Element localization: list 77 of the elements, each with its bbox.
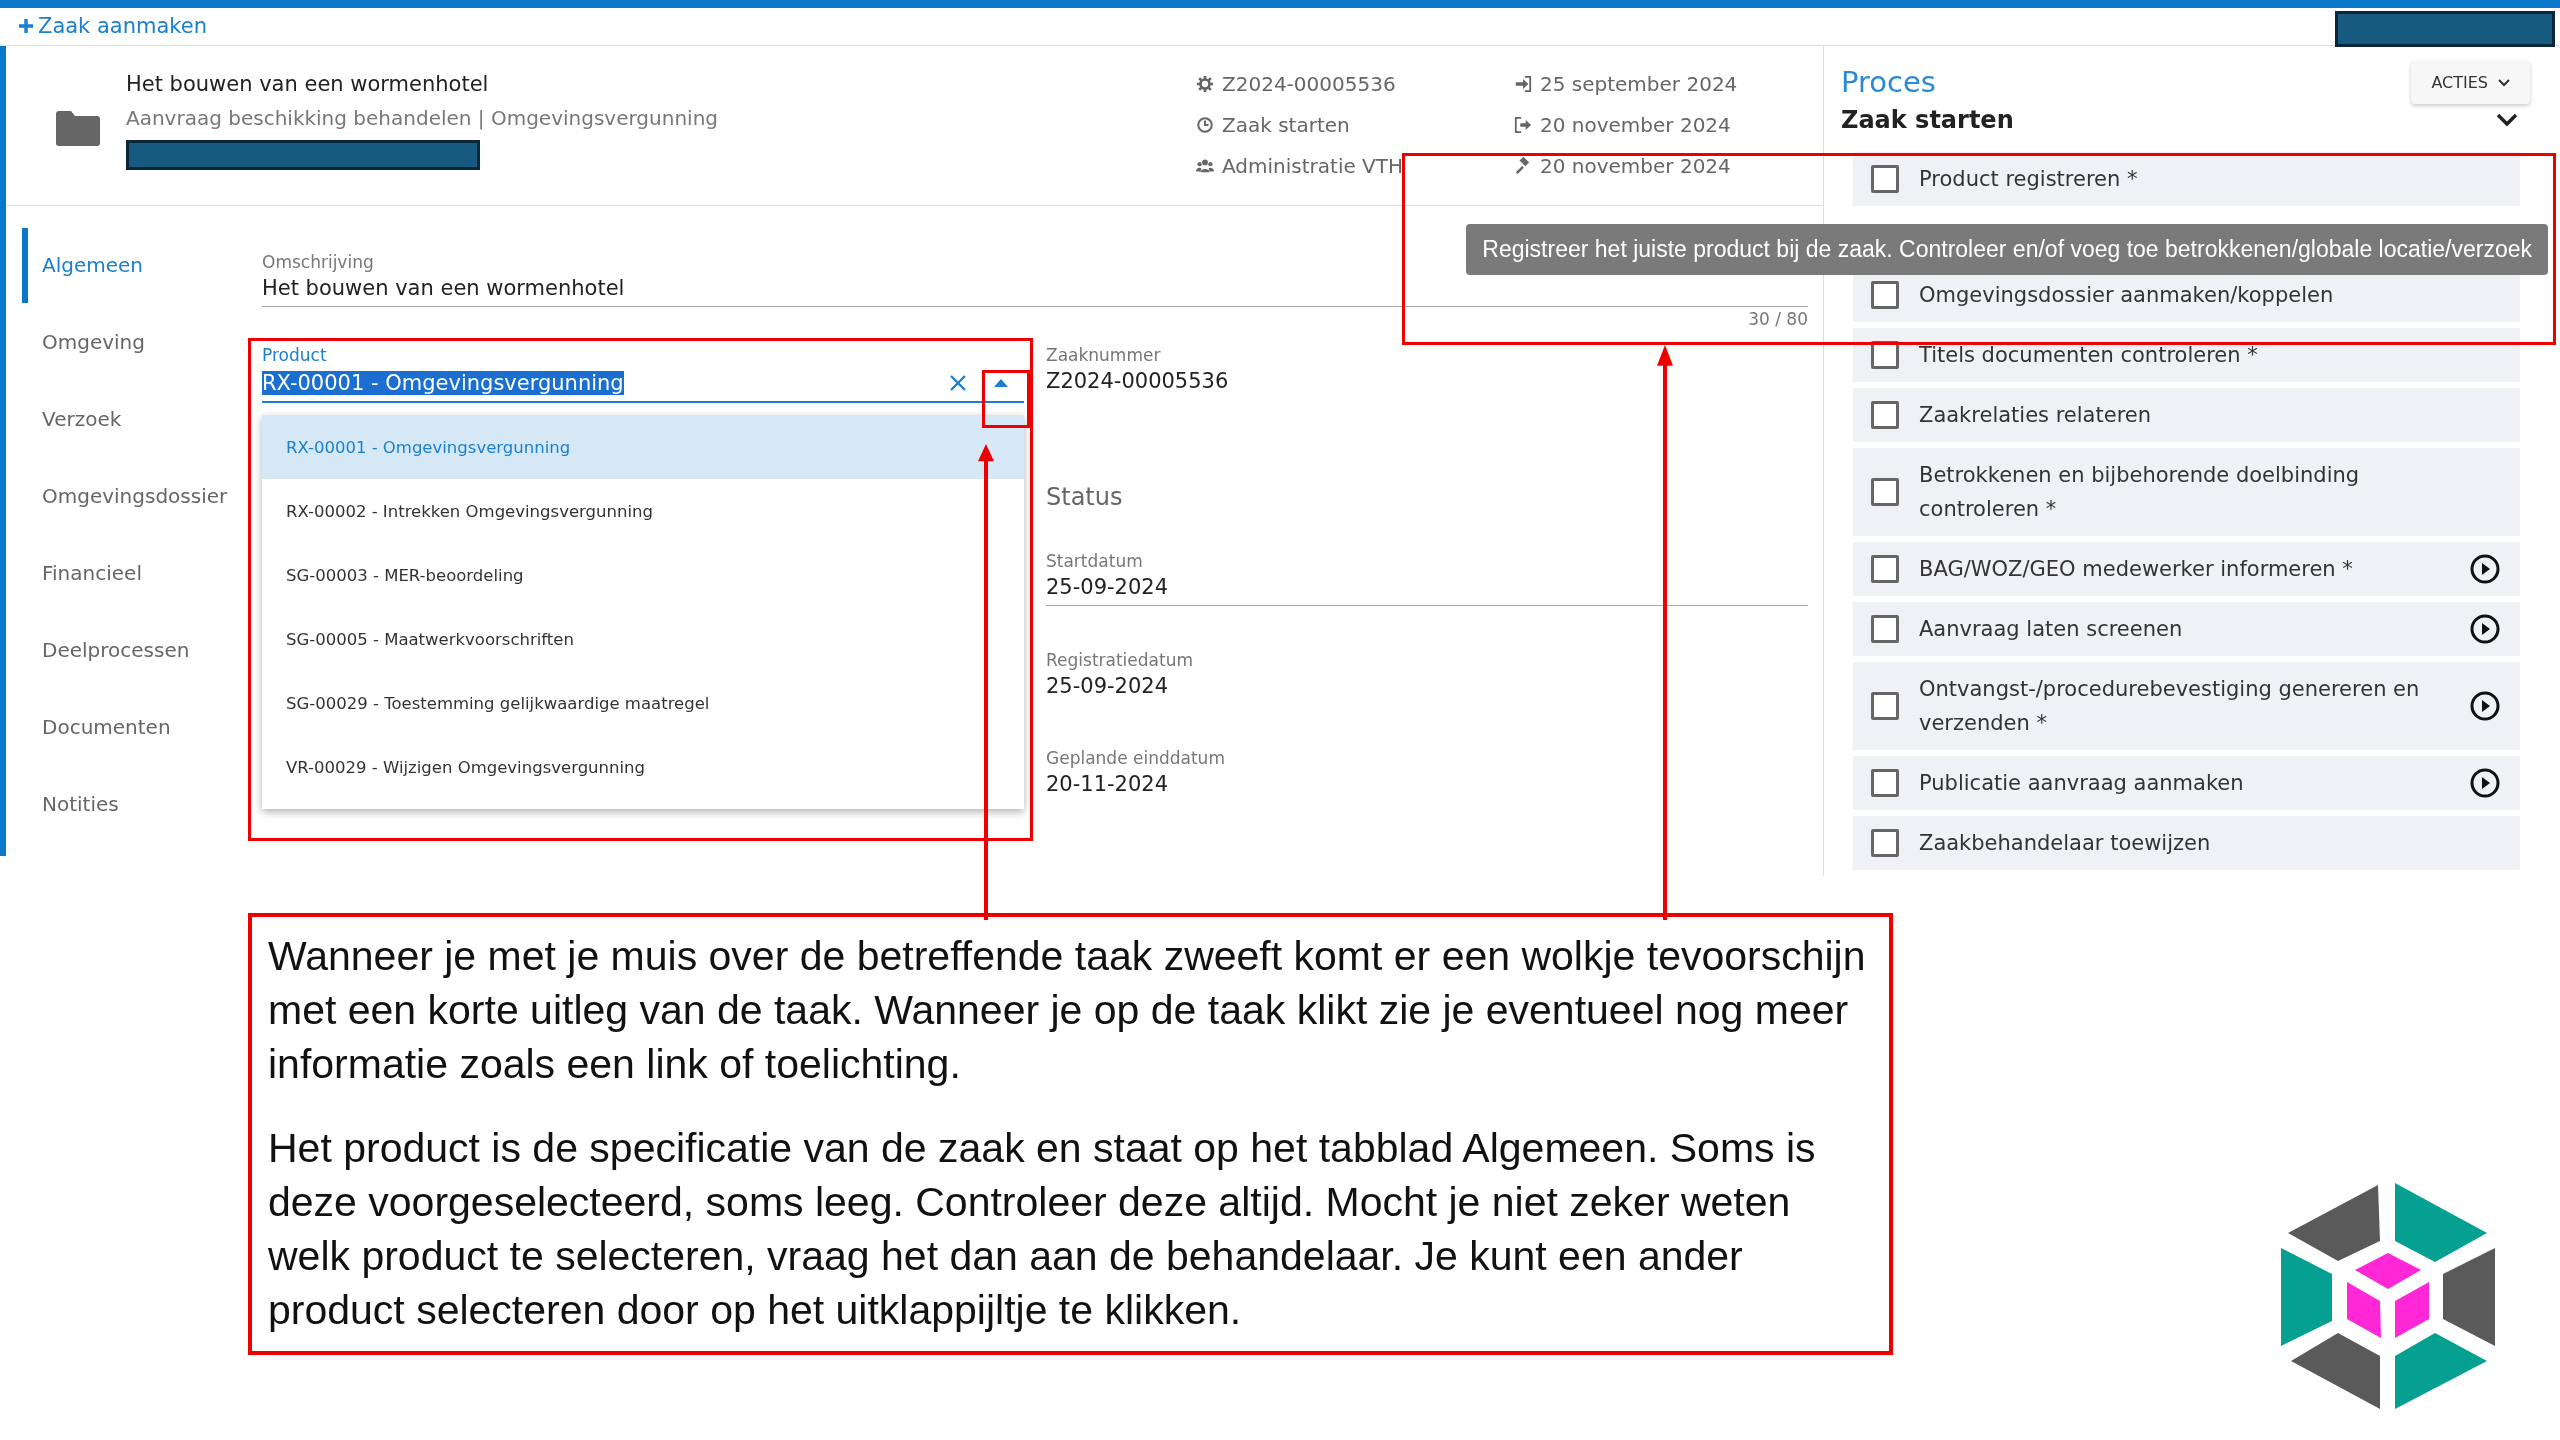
dropdown-option[interactable]: RX-00002 - Intrekken Omgevingsvergunning bbox=[262, 479, 1024, 543]
checkbox[interactable] bbox=[1871, 555, 1899, 583]
case-meta-text: 20 november 2024 bbox=[1540, 154, 1731, 178]
case-meta-text: Zaak starten bbox=[1222, 113, 1350, 137]
task-item[interactable]: Product registreren * bbox=[1853, 152, 2520, 206]
task-item[interactable]: Betrokkenen en bijbehorende doelbinding controleren * bbox=[1853, 448, 2520, 536]
case-meta-text: Z2024-00005536 bbox=[1222, 72, 1396, 96]
task-item[interactable]: Ontvangst-/procedurebevestiging genereren en verzenden * bbox=[1853, 662, 2520, 750]
field-label: Omschrijving bbox=[262, 252, 374, 272]
close-icon[interactable] bbox=[948, 373, 968, 393]
dropdown-option[interactable]: SG-00003 - MER-beoordeling bbox=[262, 543, 1024, 607]
callout-text: Het product is de specificatie van de zaak en staat op het tabblad Algemeen. Soms is deze voorgeselecteerd, soms leeg. Controleer deze altijd. Mocht je niet zeker weten welk product te selecteren, vraag het dan aan de behandelaar. Je kunt een ander product selecteren door op het uitklappijltje te klikken. bbox=[268, 1124, 1817, 1335]
task-item[interactable]: BAG/WOZ/GEO medewerker informeren * bbox=[1853, 542, 2520, 596]
play-circle-icon[interactable] bbox=[2470, 768, 2500, 798]
field-label: Geplande einddatum bbox=[1046, 748, 1225, 768]
actions-button[interactable]: ACTIES bbox=[2411, 61, 2530, 104]
dropdown-option[interactable]: VR-00029 - Wijzigen Omgevingsvergunning bbox=[262, 735, 1024, 799]
sign-out-icon bbox=[1514, 116, 1532, 134]
folder-icon bbox=[56, 110, 100, 146]
gear-icon bbox=[1196, 75, 1214, 93]
nav-tab[interactable]: Financieel bbox=[22, 536, 262, 611]
dropdown-option[interactable]: SG-00005 - Maatwerkvoorschriften bbox=[262, 607, 1024, 671]
nav-tab[interactable]: Algemeen bbox=[22, 228, 262, 303]
nav-tab[interactable]: Omgeving bbox=[22, 305, 262, 380]
sign-in-icon bbox=[1514, 75, 1532, 93]
checkbox[interactable] bbox=[1871, 769, 1899, 797]
task-item[interactable]: Zaakbehandelaar toewijzen bbox=[1853, 816, 2520, 870]
nav-tab[interactable]: Omgevingsdossier bbox=[22, 459, 262, 534]
checkbox[interactable] bbox=[1871, 401, 1899, 429]
nav-tab[interactable]: Notities bbox=[22, 767, 262, 842]
panel-title: Proces bbox=[1841, 64, 1936, 99]
checkbox[interactable] bbox=[1871, 281, 1899, 309]
date-field: 25-09-2024 bbox=[1046, 674, 1169, 704]
checkbox[interactable] bbox=[1871, 692, 1899, 720]
caret-up-icon[interactable] bbox=[994, 379, 1008, 387]
gavel-icon bbox=[1514, 157, 1532, 175]
task-item[interactable]: Publicatie aanvraag aanmaken bbox=[1853, 756, 2520, 810]
users-icon bbox=[1196, 157, 1214, 175]
description-field[interactable]: Het bouwen van een wormenhotel bbox=[262, 276, 1808, 307]
task-item[interactable]: Aanvraag laten screenen bbox=[1853, 602, 2520, 656]
case-meta-text: Administratie VTH bbox=[1222, 154, 1404, 178]
plus-icon bbox=[18, 18, 34, 34]
field-value: Z2024-00005536 bbox=[1046, 369, 1229, 395]
date-field[interactable]: 25-09-2024 bbox=[1046, 575, 1808, 606]
date-field: 20-11-2024 bbox=[1046, 772, 1169, 802]
checkbox[interactable] bbox=[1871, 478, 1899, 506]
nav-tab[interactable]: Documenten bbox=[22, 690, 262, 765]
checkbox[interactable] bbox=[1871, 341, 1899, 369]
nav-tab[interactable]: Deelprocessen bbox=[22, 613, 262, 688]
checkbox[interactable] bbox=[1871, 615, 1899, 643]
clock-icon bbox=[1196, 116, 1214, 134]
product-dropdown[interactable]: RX-00001 - Omgevingsvergunning bbox=[262, 369, 1024, 403]
tooltip: Registreer het juiste product bij de zaak. Controleer en/of voeg toe betrokkenen/globale locatie/verzoek bbox=[1466, 224, 2548, 275]
checkbox[interactable] bbox=[1871, 829, 1899, 857]
case-meta-text: 20 november 2024 bbox=[1540, 113, 1731, 137]
chevron-down-icon[interactable] bbox=[2496, 113, 2518, 127]
section-heading: Status bbox=[1046, 483, 1123, 511]
nav-tab[interactable]: Verzoek bbox=[22, 382, 262, 457]
character-counter: 30 / 80 bbox=[1748, 309, 1808, 329]
callout-text: Wanneer je met je muis over de betreffende taak zweeft komt er een wolkje tevoorschijn met een korte uitleg van de taak. Wanneer je op de taak klikt zie je eventueel nog meer informatie zoals een link of toelichting. bbox=[268, 932, 1867, 1089]
play-circle-icon[interactable] bbox=[2470, 554, 2500, 584]
field-label: Product bbox=[262, 345, 327, 365]
field-label: Registratiedatum bbox=[1046, 650, 1193, 670]
case-meta-text: 25 september 2024 bbox=[1540, 72, 1738, 96]
chevron-down-icon bbox=[2498, 78, 2510, 87]
play-circle-icon[interactable] bbox=[2470, 691, 2500, 721]
play-circle-icon[interactable] bbox=[2470, 614, 2500, 644]
checkbox[interactable] bbox=[1871, 165, 1899, 193]
field-label: Zaaknummer bbox=[1046, 345, 1161, 365]
task-item[interactable]: Titels documenten controleren * bbox=[1853, 328, 2520, 382]
case-title: Het bouwen van een wormenhotel bbox=[126, 72, 490, 96]
create-case-link[interactable]: Zaak aanmaken bbox=[0, 8, 207, 38]
dropdown-option[interactable]: SG-00029 - Toestemming gelijkwaardige maatregel bbox=[262, 671, 1024, 735]
task-item[interactable]: Zaakrelaties relateren bbox=[1853, 388, 2520, 442]
field-label: Startdatum bbox=[1046, 551, 1143, 571]
phase-title: Zaak starten bbox=[1841, 106, 2014, 134]
case-subtitle: Aanvraag beschikking behandelen | Omgevingsvergunning bbox=[126, 106, 719, 130]
